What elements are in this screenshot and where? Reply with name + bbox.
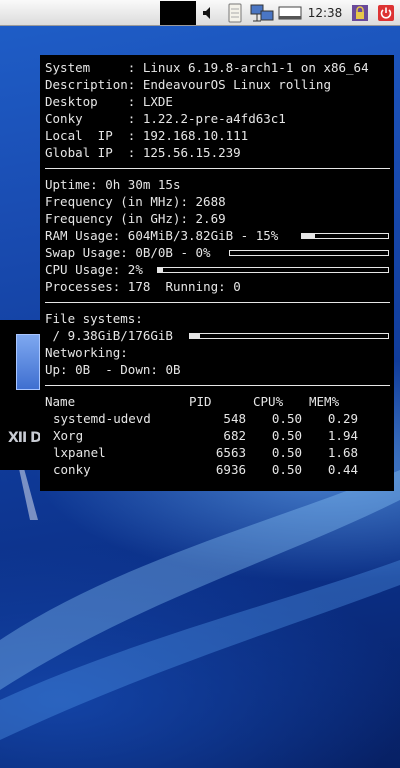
fs-title: File systems:	[45, 311, 143, 326]
uptime-label: Uptime:	[45, 177, 98, 192]
process-cpu: 0.50	[271, 445, 302, 460]
swap-row: Swap Usage: 0B/0B - 0%	[45, 244, 390, 261]
process-name: Xorg	[53, 428, 84, 443]
system-label: System :	[45, 60, 136, 75]
freq-mhz-value: 2688	[195, 194, 226, 209]
running-value: 0	[233, 279, 241, 294]
taskbar-window-button[interactable]	[160, 1, 196, 25]
fs-root-label: /	[45, 328, 61, 343]
conky-version-row: Conky : 1.22.2-pre-a4fd63c1	[45, 110, 390, 127]
process-mem: 0.44	[327, 462, 358, 477]
process-cpu: 0.50	[271, 462, 302, 477]
net-down-label: - Down:	[105, 362, 158, 377]
process-pid: 682	[223, 428, 246, 443]
fs-usage-bar	[189, 333, 389, 339]
freq-mhz-label: Frequency (in MHz):	[45, 194, 188, 209]
desktop-row: Desktop : LXDE	[45, 93, 390, 110]
cpu-label: CPU Usage:	[45, 262, 121, 277]
net-row: Up: 0B - Down: 0B	[45, 361, 390, 378]
fs-usage-fill	[190, 334, 201, 338]
fs-root-value: 9.38GiB/176GiB	[67, 328, 173, 343]
lock-icon[interactable]	[348, 0, 372, 26]
process-mem: 0.29	[327, 411, 358, 426]
ram-label: RAM Usage:	[45, 228, 121, 243]
process-mem: 1.68	[327, 445, 358, 460]
cpu-usage-fill	[158, 268, 163, 272]
description-row: Description: EndeavourOS Linux rolling	[45, 76, 390, 93]
power-icon[interactable]	[374, 0, 398, 26]
background-window-icon	[16, 334, 40, 390]
desktop-label: Desktop :	[45, 94, 136, 109]
header-pid: PID	[189, 394, 212, 409]
running-label: Running:	[165, 279, 226, 294]
process-name: lxpanel	[53, 445, 106, 460]
desktop-value: LXDE	[142, 94, 173, 109]
freq-mhz-row: Frequency (in MHz): 2688	[45, 193, 390, 210]
process-mem: 1.94	[327, 428, 358, 443]
swap-value: 0B/0B - 0%	[135, 245, 211, 260]
global-ip-label: Global IP :	[45, 145, 136, 160]
taskbar-clock[interactable]: 12:38	[304, 0, 346, 26]
process-name: conky	[53, 462, 91, 477]
swap-label: Swap Usage:	[45, 245, 128, 260]
global-ip-row: Global IP : 125.56.15.239	[45, 144, 390, 161]
net-title: Networking:	[45, 345, 128, 360]
local-ip-value: 192.168.10.111	[142, 128, 249, 143]
cpu-row: CPU Usage: 2%	[45, 261, 390, 278]
table-row: Xorg 682 0.50 1.94	[45, 427, 390, 444]
conky-label: Conky :	[45, 111, 136, 126]
fs-root-row: / 9.38GiB/176GiB	[45, 327, 390, 344]
divider	[45, 302, 390, 303]
process-name: systemd-udevd	[53, 411, 151, 426]
process-pid: 6936	[215, 462, 246, 477]
conky-panel: System : Linux 6.19.8-arch1-1 on x86_64 …	[40, 55, 394, 491]
processes-label: Processes:	[45, 279, 121, 294]
conky-value: 1.22.2-pre-a4fd63c1	[142, 111, 286, 126]
net-down-value: 0B	[165, 362, 181, 377]
network-icon[interactable]	[249, 0, 275, 26]
ram-value: 604MiB/3.82GiB - 15%	[127, 228, 279, 243]
freq-ghz-value: 2.69	[195, 211, 226, 226]
ram-usage-bar	[301, 233, 389, 239]
description-value: EndeavourOS Linux rolling	[142, 77, 331, 92]
system-row: System : Linux 6.19.8-arch1-1 on x86_64	[45, 59, 390, 76]
global-ip-value: 125.56.15.239	[142, 145, 241, 160]
swap-usage-bar	[229, 250, 389, 256]
volume-icon[interactable]	[198, 0, 220, 26]
freq-ghz-row: Frequency (in GHz): 2.69	[45, 210, 390, 227]
table-row: lxpanel 6563 0.50 1.68	[45, 444, 390, 461]
local-ip-label: Local IP :	[45, 128, 136, 143]
header-cpu: CPU%	[253, 394, 284, 409]
process-pid: 548	[223, 411, 246, 426]
uptime-value: 0h 30m 15s	[105, 177, 181, 192]
header-mem: MEM%	[309, 394, 340, 409]
cpu-usage-bar	[157, 267, 389, 273]
table-row: systemd-udevd 548 0.50 0.29	[45, 410, 390, 427]
freq-ghz-label: Frequency (in GHz):	[45, 211, 188, 226]
divider	[45, 385, 390, 386]
ram-usage-fill	[302, 234, 315, 238]
local-ip-row: Local IP : 192.168.10.111	[45, 127, 390, 144]
process-pid: 6563	[215, 445, 246, 460]
process-cpu: 0.50	[271, 428, 302, 443]
processes-value: 178	[127, 279, 151, 294]
net-up-label: Up:	[45, 362, 68, 377]
description-label: Description:	[45, 77, 136, 92]
process-table-header: Name PID CPU% MEM%	[45, 393, 390, 410]
net-up-value: 0B	[75, 362, 91, 377]
desktop-logo-text: XII D	[8, 430, 42, 446]
terminal-icon[interactable]	[277, 0, 303, 26]
taskbar: 12:38	[0, 0, 400, 26]
system-value: Linux 6.19.8-arch1-1 on x86_64	[142, 60, 369, 75]
header-name: Name	[45, 394, 76, 409]
process-cpu: 0.50	[271, 411, 302, 426]
process-table: systemd-udevd 548 0.50 0.29 Xorg 682 0.50 1.94 l…	[45, 410, 390, 478]
uptime-row: Uptime: 0h 30m 15s	[45, 176, 390, 193]
cpu-value: 2%	[127, 262, 143, 277]
processes-row: Processes: 178 Running: 0	[45, 278, 390, 295]
notes-icon[interactable]	[224, 0, 246, 26]
ram-row: RAM Usage: 604MiB/3.82GiB - 15%	[45, 227, 390, 244]
table-row: conky 6936 0.50 0.44	[45, 461, 390, 478]
divider	[45, 168, 390, 169]
